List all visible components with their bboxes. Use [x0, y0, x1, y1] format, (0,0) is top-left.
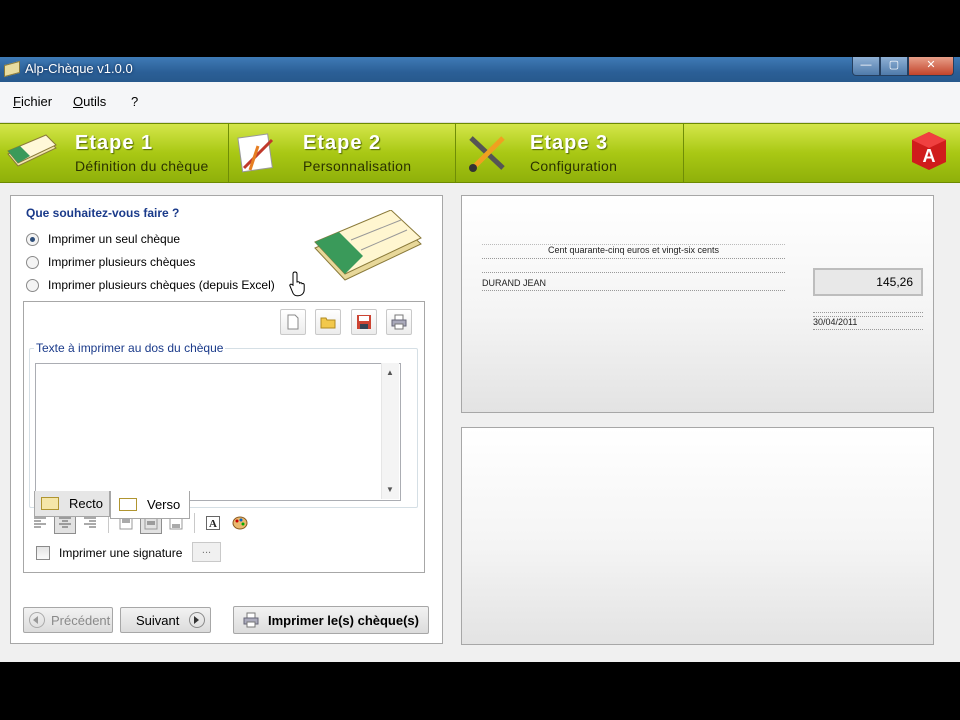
verso-text-label: Texte à imprimer au dos du chèque — [34, 341, 226, 355]
scroll-up-icon[interactable]: ▲ — [386, 368, 394, 377]
cheque-book-illustration — [314, 210, 422, 281]
cheque-back-preview — [461, 427, 934, 645]
color-button[interactable] — [228, 512, 250, 534]
print-button[interactable] — [386, 309, 412, 335]
tab-verso-label: Verso — [147, 497, 181, 512]
verso-text-group: Texte à imprimer au dos du chèque ▲ ▼ — [29, 341, 418, 508]
menu-help[interactable]: ? — [131, 94, 138, 109]
tab-recto-label: Recto — [69, 496, 103, 511]
tab-recto[interactable]: Recto — [34, 491, 110, 517]
checkbox-box — [36, 546, 50, 560]
verso-settings: Texte à imprimer au dos du chèque ▲ ▼ A … — [23, 301, 425, 573]
radio-multiple-excel[interactable]: Imprimer plusieurs chèques (depuis Excel… — [26, 278, 275, 292]
previous-label: Précédent — [51, 612, 111, 628]
print-cheques-label: Imprimer le(s) chèque(s) — [268, 612, 419, 628]
window-title: Alp-Chèque v1.0.0 — [25, 61, 133, 76]
step-3-subtitle: Configuration — [530, 158, 618, 174]
align-left-icon — [34, 517, 46, 528]
radio-dot — [26, 278, 39, 292]
step-1-title: Etape 1 — [75, 132, 154, 154]
radio-label: Imprimer un seul chèque — [48, 232, 181, 246]
palette-icon — [232, 516, 248, 530]
printer-icon — [391, 314, 407, 330]
amount-words-field: Cent quarante-cinq euros et vingt-six ce… — [482, 244, 785, 259]
arrow-left-icon — [29, 612, 45, 628]
new-button[interactable] — [280, 309, 306, 335]
amount-words-line-2 — [482, 258, 785, 273]
printer-icon — [243, 612, 259, 628]
align-center-icon — [59, 517, 71, 528]
signature-checkbox[interactable]: Imprimer une signature — [36, 546, 182, 560]
verso-text-area[interactable] — [35, 363, 401, 501]
align-right-icon — [84, 517, 96, 528]
step-2[interactable]: Etape 2 Personnalisation — [228, 124, 456, 182]
step-1-subtitle: Définition du chèque — [75, 158, 209, 174]
minimize-button[interactable]: — — [852, 57, 880, 76]
next-button[interactable]: Suivant — [120, 607, 211, 633]
payee-field: DURAND JEAN — [482, 278, 785, 291]
alp-logo-icon: A — [912, 132, 946, 170]
save-icon — [357, 315, 371, 329]
menu-outils[interactable]: Outils — [73, 94, 106, 109]
title-bar: Alp-Chèque v1.0.0 — ▢ ✕ — [0, 57, 960, 82]
maximize-button[interactable]: ▢ — [880, 57, 908, 76]
tab-verso[interactable]: Verso — [110, 491, 190, 519]
options-panel: Que souhaitez-vous faire ? Imprimer un s… — [10, 195, 443, 644]
hand-cursor-icon — [289, 271, 305, 297]
save-button[interactable] — [351, 309, 377, 335]
radio-dot — [26, 255, 39, 269]
new-document-icon — [287, 314, 299, 330]
step-3[interactable]: Etape 3 Configuration — [455, 124, 684, 182]
paint-icon — [237, 133, 274, 173]
font-button[interactable]: A — [202, 512, 224, 534]
font-icon: A — [206, 516, 220, 530]
radio-label: Imprimer plusieurs chèques (depuis Excel… — [48, 278, 275, 292]
wizard-steps: Etape 1 Définition du chèque Etape 2 Per… — [0, 123, 960, 183]
folder-icon — [320, 317, 336, 329]
svg-text:A: A — [923, 146, 936, 166]
cheque-book-icon — [7, 134, 57, 167]
cheque-front-preview: Cent quarante-cinq euros et vingt-six ce… — [461, 195, 934, 413]
step-3-title: Etape 3 — [530, 132, 609, 154]
step-2-title: Etape 2 — [303, 132, 382, 154]
step-1[interactable]: Etape 1 Définition du chèque — [0, 124, 229, 182]
radio-dot — [26, 232, 39, 246]
previous-button[interactable]: Précédent — [23, 607, 113, 633]
toolbar-separator — [194, 513, 195, 533]
menu-fichier[interactable]: Fichier — [13, 94, 52, 109]
next-label: Suivant — [136, 612, 180, 628]
svg-text:A: A — [209, 518, 217, 530]
menu-bar: Fichier Outils ? — [0, 82, 960, 123]
place-field — [813, 302, 923, 313]
cheque-icon — [41, 497, 59, 510]
cheque-app-icon — [4, 60, 20, 78]
cheque-back-icon — [119, 498, 137, 511]
tools-icon — [469, 136, 505, 172]
app-window: Alp-Chèque v1.0.0 — ▢ ✕ Fichier Outils ?… — [0, 57, 960, 662]
step-2-subtitle: Personnalisation — [303, 158, 412, 174]
open-button[interactable] — [315, 309, 341, 335]
amount-figure-field: 145,26 — [813, 268, 923, 296]
scroll-down-icon[interactable]: ▼ — [386, 485, 394, 494]
radio-multiple-cheques[interactable]: Imprimer plusieurs chèques — [26, 255, 195, 269]
browse-signature-button[interactable]: ... — [192, 542, 221, 562]
print-cheques-button[interactable]: Imprimer le(s) chèque(s) — [233, 606, 429, 634]
textarea-scrollbar[interactable]: ▲ ▼ — [381, 363, 399, 499]
radio-single-cheque[interactable]: Imprimer un seul chèque — [26, 232, 180, 246]
date-field: 30/04/2011 — [813, 316, 923, 330]
arrow-right-icon — [189, 612, 206, 628]
close-button[interactable]: ✕ — [908, 57, 954, 76]
signature-label: Imprimer une signature — [59, 546, 183, 560]
radio-label: Imprimer plusieurs chèques — [48, 255, 196, 269]
question-label: Que souhaitez-vous faire ? — [26, 206, 180, 220]
